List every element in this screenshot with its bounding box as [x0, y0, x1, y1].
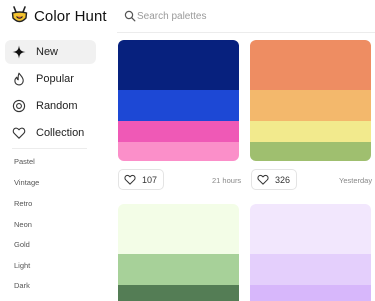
palette-card[interactable] — [250, 204, 371, 301]
color-swatch[interactable] — [118, 285, 239, 301]
palette-card[interactable] — [118, 204, 239, 301]
color-swatch[interactable] — [250, 285, 371, 301]
like-count: 107 — [142, 174, 158, 185]
tag-dark[interactable]: Dark — [14, 281, 30, 290]
color-swatch[interactable] — [250, 121, 371, 142]
tag-light[interactable]: Light — [14, 261, 30, 270]
color-swatch[interactable] — [118, 254, 239, 285]
heart-icon — [12, 127, 26, 139]
like-button[interactable]: 107 — [118, 169, 165, 190]
sidebar-divider — [12, 148, 87, 149]
sidebar-item-label: Popular — [36, 73, 74, 85]
tag-gold[interactable]: Gold — [14, 240, 30, 249]
sidebar-item-popular[interactable]: Popular — [5, 67, 96, 91]
search-bar[interactable] — [117, 0, 375, 33]
color-swatch[interactable] — [118, 204, 239, 254]
header: Color Hunt — [0, 0, 375, 33]
sparkle-icon — [12, 45, 26, 59]
sidebar: New Popular Random Collection Pastel Vin… — [0, 33, 110, 301]
palette-timestamp: 21 hours — [212, 176, 242, 185]
tag-neon[interactable]: Neon — [14, 220, 32, 229]
color-swatch[interactable] — [118, 142, 239, 161]
color-swatch[interactable] — [250, 40, 371, 90]
palette-timestamp: Yesterday — [339, 176, 373, 185]
palette-card[interactable] — [118, 40, 239, 161]
sidebar-item-label: Collection — [36, 127, 85, 139]
sidebar-item-label: New — [36, 46, 59, 58]
color-swatch[interactable] — [250, 142, 371, 161]
color-swatch[interactable] — [118, 90, 239, 121]
color-swatch[interactable] — [250, 204, 371, 254]
sidebar-item-random[interactable]: Random — [5, 94, 96, 118]
sidebar-item-collection[interactable]: Collection — [5, 121, 96, 145]
search-input[interactable] — [137, 8, 367, 25]
tag-pastel[interactable]: Pastel — [14, 157, 35, 166]
app-name[interactable]: Color Hunt — [34, 8, 107, 25]
heart-icon — [257, 174, 269, 185]
sidebar-item-new[interactable]: New — [5, 40, 96, 64]
color-swatch[interactable] — [118, 40, 239, 90]
flame-icon — [14, 72, 24, 86]
color-swatch[interactable] — [250, 254, 371, 285]
like-count: 326 — [275, 174, 291, 185]
color-swatch[interactable] — [250, 90, 371, 121]
tag-retro[interactable]: Retro — [14, 199, 32, 208]
color-hunt-logo-icon[interactable] — [10, 6, 29, 26]
palette-card[interactable] — [250, 40, 371, 161]
like-button[interactable]: 326 — [251, 169, 298, 190]
color-swatch[interactable] — [118, 121, 239, 142]
heart-icon — [124, 174, 136, 185]
search-icon — [124, 10, 136, 22]
tag-vintage[interactable]: Vintage — [14, 178, 39, 187]
random-icon — [12, 99, 26, 113]
sidebar-item-label: Random — [36, 100, 78, 112]
